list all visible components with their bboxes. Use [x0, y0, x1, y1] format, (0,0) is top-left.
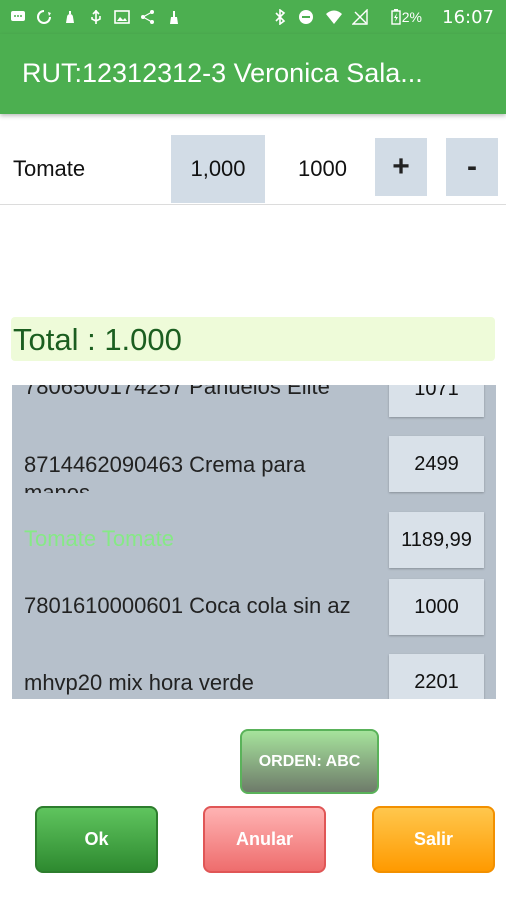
no-signal-icon [352, 9, 368, 25]
item-price[interactable]: 2201 [389, 654, 484, 699]
increase-button[interactable]: + [375, 138, 427, 196]
status-bar: 2% 16:07 [0, 0, 506, 34]
item-description: mhvp20 mix hora verde [24, 670, 254, 695]
item-description: 7806500174257 Pañuelos Elite [24, 385, 330, 399]
item-price[interactable]: 1000 [389, 579, 484, 635]
app-bar: RUT:12312312-3 Veronica Sala... [0, 34, 506, 114]
item-price[interactable]: 1189,99 [389, 512, 484, 568]
do-not-disturb-icon [299, 10, 313, 24]
share-icon [141, 10, 154, 24]
unit-price[interactable]: 1000 [298, 156, 347, 182]
exit-button[interactable]: Salir [372, 806, 495, 873]
item-price[interactable]: 1071 [389, 385, 484, 417]
product-name: Tomate [13, 156, 86, 181]
total-amount: Total : 1.000 [13, 322, 182, 357]
notification-icon [66, 11, 74, 23]
bluetooth-icon [275, 9, 286, 25]
page-title: RUT:12312312-3 Veronica Sala... [22, 58, 423, 88]
image-icon [114, 10, 130, 24]
sort-order-button[interactable]: ORDEN: ABC [240, 729, 379, 794]
item-description: Tomate Tomate [24, 526, 175, 551]
clean-icon [170, 11, 178, 24]
total-bar: Total : 1.000 [11, 317, 495, 361]
product-entry-row: Tomate 1,000 1000 + - [0, 134, 506, 205]
wifi-icon [326, 10, 342, 24]
cancel-button[interactable]: Anular [203, 806, 326, 873]
item-description: 7801610000601 Coca cola sin az [24, 593, 351, 618]
battery-level: 2% [401, 9, 422, 25]
decrease-button[interactable]: - [446, 138, 498, 196]
sync-icon [37, 10, 51, 24]
item-price[interactable]: 2499 [389, 436, 484, 492]
clock: 16:07 [442, 7, 494, 28]
message-icon [11, 11, 25, 21]
quantity-field[interactable]: 1,000 [171, 135, 265, 203]
item-description: 8714462090463 Crema para manos [24, 452, 306, 493]
usb-icon [91, 9, 101, 24]
item-list[interactable]: 7806500174257 Pañuelos Elite 1071 871446… [12, 385, 496, 699]
ok-button[interactable]: Ok [35, 806, 158, 873]
